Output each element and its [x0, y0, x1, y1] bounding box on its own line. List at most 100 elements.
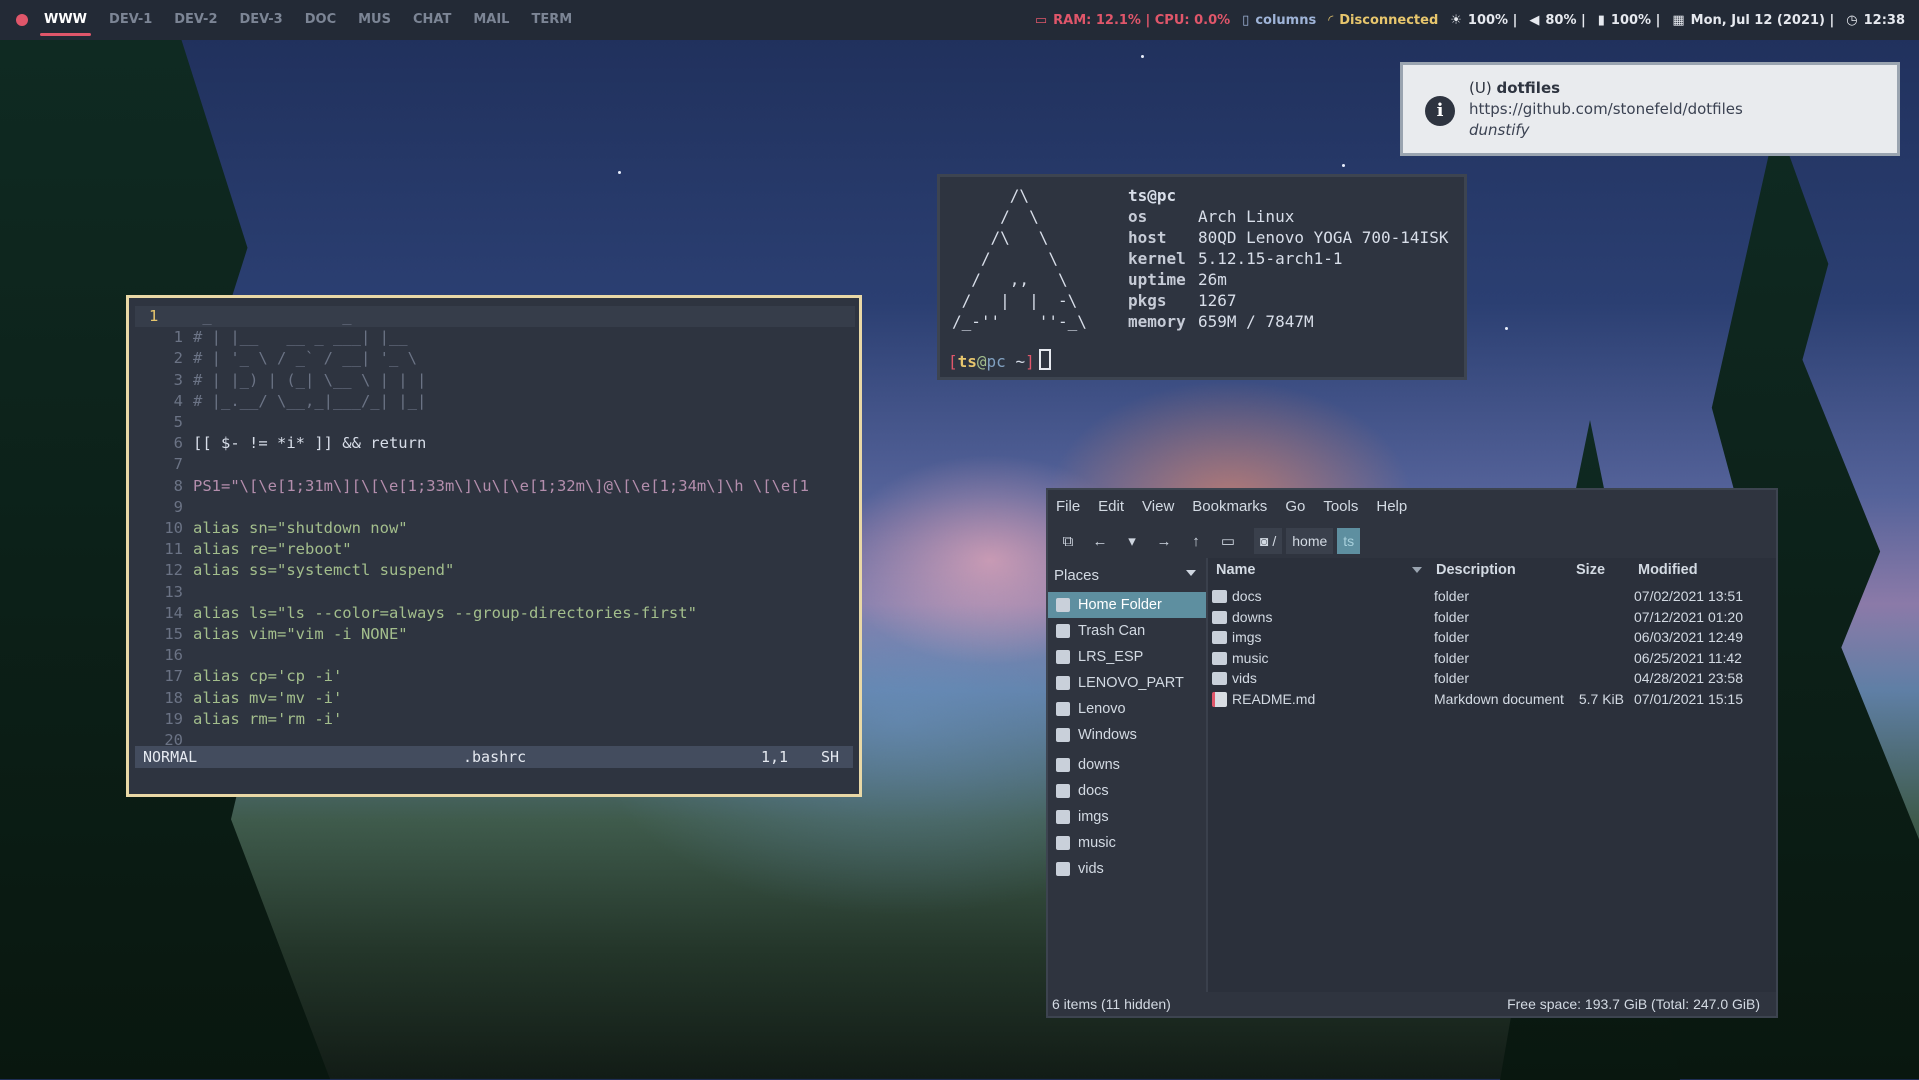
breadcrumb-root[interactable]: ◙ /	[1254, 528, 1283, 554]
vim-line[interactable]: 6 [[ $- != *i* ]] && return	[135, 433, 855, 454]
sidebar-item-music[interactable]: music	[1048, 830, 1206, 856]
wallpaper-star	[618, 171, 621, 174]
file-manager-window[interactable]: File Edit View Bookmarks Go Tools Help ⧉…	[1046, 488, 1778, 1018]
vim-line[interactable]: 10 alias sn="shutdown now"	[135, 518, 855, 539]
menu-edit[interactable]: Edit	[1098, 498, 1124, 515]
vim-line[interactable]: 1 # | |__ __ _ ___| |__	[135, 327, 855, 348]
sidebar-item-lenovo-part[interactable]: LENOVO_PART	[1048, 670, 1206, 696]
vim-line[interactable]: 4 # |_.__/ \__,_|___/_| |_|	[135, 391, 855, 412]
forward-icon[interactable]: →	[1154, 531, 1174, 551]
drive-icon	[1056, 676, 1070, 690]
laptop-icon: ▭	[1034, 12, 1048, 28]
places-header[interactable]: Places	[1054, 564, 1174, 588]
brightness-status[interactable]: ☀ 100% |	[1450, 13, 1517, 28]
vim-line[interactable]: 17 alias cp='cp -i'	[135, 666, 855, 687]
workspace-dev-3[interactable]: DEV-3	[236, 0, 287, 40]
vim-line-text: alias sn="shutdown now"	[193, 519, 408, 537]
breadcrumb-home[interactable]: home	[1286, 528, 1334, 554]
menu-go[interactable]: Go	[1285, 498, 1305, 515]
vim-line-number: 18	[164, 688, 183, 707]
time-text: 12:38	[1863, 12, 1905, 28]
arch-logo-ascii: /\ / \ /\ \ / \ / ,, \ / | | -\ /_-'' ''…	[952, 186, 1087, 331]
vim-line[interactable]: 5	[135, 412, 855, 433]
workspace-term[interactable]: TERM	[527, 0, 576, 40]
wallpaper-star	[1141, 55, 1144, 58]
workspace-list: WWW DEV-1 DEV-2 DEV-3 DOC MUS CHAT MAIL …	[40, 0, 576, 40]
sidebar-item-vids[interactable]: vids	[1048, 856, 1206, 882]
vim-line[interactable]: 12 alias ss="systemctl suspend"	[135, 560, 855, 581]
sidebar-item-label: docs	[1078, 783, 1109, 799]
column-name[interactable]: Name	[1216, 558, 1256, 582]
workspace-dev-1[interactable]: DEV-1	[105, 0, 156, 40]
back-icon[interactable]: ←	[1090, 531, 1110, 551]
vim-line[interactable]: 19 alias rm='rm -i'	[135, 709, 855, 730]
vim-line[interactable]: 2 # | '_ \ / _` / __| '_ \	[135, 348, 855, 369]
vim-window[interactable]: 1 _ _ 1 # | |__ __ _ ___| |__ 2 # | '_ \ / _…	[126, 295, 862, 797]
vim-line[interactable]: 9	[135, 497, 855, 518]
info-icon: i	[1425, 96, 1455, 126]
folder-icon	[1056, 862, 1070, 876]
menu-help[interactable]: Help	[1376, 498, 1407, 515]
menu-tools[interactable]: Tools	[1323, 498, 1358, 515]
folder-icon	[1212, 651, 1227, 665]
menu-file[interactable]: File	[1056, 498, 1080, 515]
sidebar-item-lrs-esp[interactable]: LRS_ESP	[1048, 644, 1206, 670]
menu-view[interactable]: View	[1142, 498, 1174, 515]
sidebar-item-imgs[interactable]: imgs	[1048, 804, 1206, 830]
vim-line[interactable]: 8 PS1="\[\e[1;31m\][\[\e[1;33m\]\u\[\e[1;…	[135, 476, 855, 497]
clock-status[interactable]: ◷ 12:38	[1846, 13, 1905, 28]
history-dropdown-icon[interactable]: ▾	[1122, 531, 1142, 551]
vim-line-number: 6	[173, 434, 183, 453]
sidebar-item-lenovo[interactable]: Lenovo	[1048, 696, 1206, 722]
column-modified[interactable]: Modified	[1638, 558, 1698, 582]
column-size[interactable]: Size	[1576, 558, 1605, 582]
drive-icon	[1056, 650, 1070, 664]
breadcrumb-current[interactable]: ts	[1337, 528, 1361, 554]
sidebar-item-home-folder[interactable]: Home Folder	[1048, 592, 1206, 618]
vim-line-number: 4	[173, 391, 183, 410]
column-description[interactable]: Description	[1436, 558, 1516, 582]
vim-line[interactable]: 3 # | |_) | (_| \__ \ | | |	[135, 370, 855, 391]
menu-bookmarks[interactable]: Bookmarks	[1192, 498, 1267, 515]
workspace-mail[interactable]: MAIL	[469, 0, 513, 40]
vim-line[interactable]: 18 alias mv='mv -i'	[135, 688, 855, 709]
volume-status[interactable]: ◀ 80% |	[1529, 13, 1585, 28]
vim-line[interactable]: 16	[135, 645, 855, 666]
vim-line[interactable]: 14 alias ls="ls --color=always --group-di…	[135, 603, 855, 624]
terminal-cursor	[1038, 349, 1051, 370]
clock-icon: ◷	[1846, 12, 1858, 28]
network-status[interactable]: ◜ Disconnected	[1328, 13, 1438, 28]
up-icon[interactable]: ↑	[1186, 531, 1206, 551]
launcher-dot[interactable]	[16, 14, 28, 26]
layout-indicator[interactable]: ▯ columns	[1242, 13, 1316, 28]
sidebar-item-docs[interactable]: docs	[1048, 778, 1206, 804]
date-status[interactable]: ▦ Mon, Jul 12 (2021) |	[1672, 13, 1834, 28]
workspace-www[interactable]: WWW	[40, 0, 92, 40]
vim-line[interactable]: 13	[135, 582, 855, 603]
file-row[interactable]: README.md Markdown document 5.7 KiB 07/01/2…	[1208, 687, 1776, 712]
vim-line[interactable]: 1 _ _	[135, 306, 855, 327]
vim-line[interactable]: 15 alias vim="vim -i NONE"	[135, 624, 855, 645]
sidebar-item-downs[interactable]: downs	[1048, 752, 1206, 778]
terminal-window[interactable]: /\ / \ /\ \ / \ / ,, \ / | | -\ /_-'' ''…	[937, 174, 1467, 380]
sort-descending-icon[interactable]	[1412, 567, 1422, 573]
info-key: uptime	[1128, 270, 1186, 289]
sidebar-item-trash[interactable]: Trash Can	[1048, 618, 1206, 644]
file-list[interactable]: Name Description Size Modified docs folde…	[1208, 558, 1776, 998]
workspace-chat[interactable]: CHAT	[409, 0, 455, 40]
vim-line[interactable]: 7	[135, 454, 855, 475]
new-window-icon[interactable]: ⧉	[1058, 531, 1078, 551]
vim-line[interactable]: 11 alias re="reboot"	[135, 539, 855, 560]
sidebar-item-label: vids	[1078, 861, 1104, 877]
vim-line-number: 9	[173, 497, 183, 516]
folder-icon	[1212, 610, 1227, 624]
notification-popup[interactable]: i (U) dotfiles https://github.com/stonef…	[1400, 62, 1900, 156]
shell-prompt[interactable]: [ts@pc ~]	[948, 349, 1051, 371]
chevron-down-icon[interactable]	[1186, 570, 1196, 576]
workspace-doc[interactable]: DOC	[301, 0, 340, 40]
workspace-dev-2[interactable]: DEV-2	[170, 0, 221, 40]
info-row: uptime 26m	[1128, 269, 1448, 290]
workspace-mus[interactable]: MUS	[354, 0, 395, 40]
sidebar-item-windows[interactable]: Windows	[1048, 722, 1206, 748]
home-folder-icon[interactable]: ▭	[1218, 531, 1238, 551]
